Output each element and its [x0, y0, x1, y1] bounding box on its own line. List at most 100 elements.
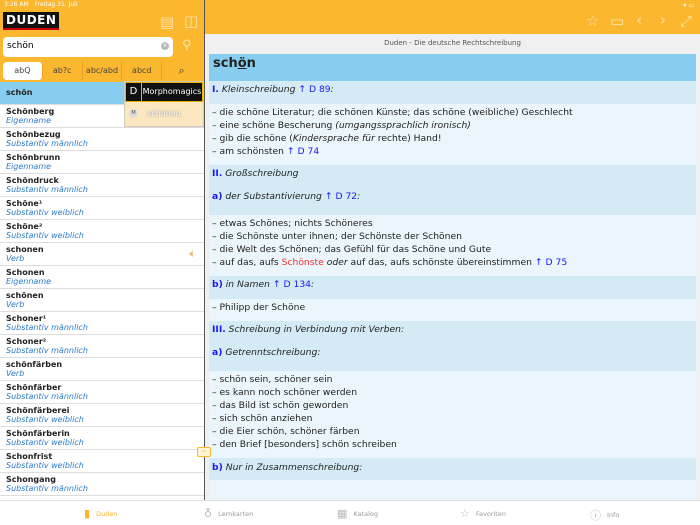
- list-type: Substantiv weiblich: [6, 208, 84, 217]
- fullscreen-icon[interactable]: ⤢: [680, 12, 692, 30]
- list-type: Eigenname: [6, 162, 52, 171]
- forward-icon[interactable]: ›: [660, 11, 666, 29]
- list-item[interactable]: Schönbezug Substantiv männlich: [0, 128, 204, 151]
- tab-katalog[interactable]: ▦ Katalog: [337, 507, 378, 520]
- list-view-icon[interactable]: ▤: [160, 13, 174, 31]
- mode-exact[interactable]: abQ: [3, 62, 43, 80]
- search-icon[interactable]: ⚲: [182, 38, 192, 53]
- speaker-icon[interactable]: 🔈︎: [189, 247, 196, 261]
- list-item[interactable]: Schonen Eigenname: [0, 266, 204, 289]
- list-item[interactable]: Schonfrist Substantiv weiblich: [0, 450, 204, 473]
- example: – die Schönste unter ihnen; der Schönste…: [212, 231, 462, 242]
- example: – die schöne Literatur; die schönen Küns…: [212, 107, 573, 118]
- tab-lernkarten[interactable]: ♁ Lernkarten: [204, 507, 253, 520]
- battery-icon: ▾ ▭: [683, 2, 694, 9]
- ex-note: oder: [323, 257, 348, 268]
- mode-similar[interactable]: abc/abd: [83, 62, 123, 80]
- ex-text: auf das, aufs schönste übereinstimmen: [347, 257, 535, 268]
- hw-part: sch: [213, 56, 238, 71]
- list-word: Schonfrist: [6, 452, 53, 461]
- list-item[interactable]: schönfärben Verb: [0, 358, 204, 381]
- list-item[interactable]: Schöndruck Substantiv männlich: [0, 174, 204, 197]
- sec-label: Schreibung in Verbindung mit Verben:: [228, 324, 405, 335]
- add-card-icon[interactable]: ▭: [610, 12, 624, 30]
- tab-info[interactable]: ⓘ Info: [590, 507, 619, 523]
- list-item[interactable]: Schoner² Substantiv männlich: [0, 335, 204, 358]
- list-item[interactable]: Schönfärberin Substantiv weiblich: [0, 427, 204, 450]
- back-icon[interactable]: ‹: [636, 11, 642, 29]
- example: – am schönsten ↑ D 74: [212, 145, 693, 158]
- examples: – die schöne Literatur; die schönen Küns…: [209, 104, 696, 165]
- book-icon[interactable]: ◫: [184, 12, 198, 30]
- star-icon: ☆: [460, 507, 470, 520]
- search-mode-segment: abQ ab?c abc/abd abcd ⌕: [0, 60, 204, 82]
- example: – es kann noch schöner werden: [212, 387, 358, 398]
- list-item[interactable]: schönen Verb: [0, 289, 204, 312]
- search-input[interactable]: schön ×: [3, 37, 173, 57]
- star-icon[interactable]: ☆: [586, 12, 599, 30]
- ref-link[interactable]: ↑ D 74: [287, 146, 319, 157]
- list-item[interactable]: Schongang Substantiv männlich: [0, 473, 204, 496]
- tab-duden[interactable]: ▮ Duden: [84, 507, 117, 520]
- info-icon: ⓘ: [590, 509, 601, 522]
- example: – gib die schöne (Kindersprache für rech…: [212, 132, 693, 145]
- entry-content: schön I. Kleinschreibung ↑ D 89: – die s…: [209, 54, 696, 500]
- list-word: Schönfärber: [6, 383, 62, 392]
- clear-icon[interactable]: ×: [161, 42, 169, 50]
- list-item[interactable]: Schönbrunn Eigenname: [0, 151, 204, 174]
- ref-link[interactable]: ↑ D 89: [298, 84, 330, 95]
- ref-link[interactable]: ↑ D 72: [325, 191, 357, 202]
- mode-wildcard[interactable]: ab?c: [43, 62, 83, 80]
- ex-text: – eine schöne Bescherung: [212, 120, 336, 131]
- example: – Philipp der Schöne: [212, 302, 306, 313]
- list-item[interactable]: Schöne² Substantiv weiblich: [0, 220, 204, 243]
- morph-word[interactable]: schönen: [125, 109, 203, 118]
- example: – die Welt des Schönen; das Gefühl für d…: [212, 244, 492, 255]
- sec-label: Großschreibung: [225, 168, 299, 179]
- tab-favoriten[interactable]: ☆ Favoriten: [460, 507, 506, 520]
- sec-num: II.: [212, 168, 223, 179]
- mode-anagram[interactable]: abcd: [122, 62, 163, 80]
- ex-text: – auf das, aufs: [212, 257, 282, 268]
- tab-label: Info: [607, 511, 620, 519]
- entry-pane: Duden - Die deutsche Rechtschreibung sch…: [205, 34, 700, 500]
- list-type: Substantiv männlich: [6, 323, 88, 332]
- hw-part: n: [246, 56, 256, 71]
- sec-label: der Substantivierung: [225, 191, 322, 202]
- section-heading: I. Kleinschreibung ↑ D 89:: [209, 81, 696, 104]
- sec-label: Getrenntschreibung:: [225, 347, 321, 358]
- list-type: Substantiv weiblich: [6, 231, 84, 240]
- list-type: Eigenname: [6, 277, 52, 286]
- sec-label: Kleinschreibung: [221, 84, 296, 95]
- morphomagics-popup[interactable]: D Morphomagics Mschönen: [124, 81, 204, 127]
- list-item[interactable]: Schöne¹ Substantiv weiblich: [0, 197, 204, 220]
- list-type: Substantiv männlich: [6, 484, 88, 493]
- list-type: Substantiv weiblich: [6, 415, 84, 424]
- list-type: Substantiv weiblich: [6, 438, 84, 447]
- section-heading: III. Schreibung in Verbindung mit Verben…: [209, 321, 696, 371]
- list-word: Schönbezug: [6, 130, 61, 139]
- list-item[interactable]: Schönfärber Substantiv männlich: [0, 381, 204, 404]
- sec-label: in Namen: [225, 279, 270, 290]
- list-item[interactable]: Schoner¹ Substantiv männlich: [0, 312, 204, 335]
- ref-link[interactable]: ↑ D 134: [273, 279, 311, 290]
- tab-label: Katalog: [353, 509, 378, 518]
- morph-title: Morphomagics: [142, 87, 202, 96]
- list-type: Verb: [6, 300, 25, 309]
- list-item[interactable]: schonen Verb 🔈︎: [0, 243, 204, 266]
- drag-handle-icon[interactable]: ⇨: [197, 447, 211, 457]
- list-word: Schoner²: [6, 337, 47, 346]
- list-word: Schöne²: [6, 222, 43, 231]
- sec-num: a): [212, 347, 223, 358]
- list-item[interactable]: Schönfärberei Substantiv weiblich: [0, 404, 204, 427]
- ex-text: – gib die schöne (: [212, 133, 293, 144]
- colon: :: [311, 279, 315, 290]
- list-word: schonen: [6, 245, 44, 254]
- example: – die Eier schön, schöner färben: [212, 426, 360, 437]
- mode-fulltext[interactable]: ⌕: [162, 62, 201, 80]
- tab-label: Duden: [96, 509, 118, 518]
- ref-link[interactable]: ↑ D 75: [535, 257, 567, 268]
- examples: – schön sein, schöner sein – es kann noc…: [209, 371, 696, 458]
- ex-text: – am schönsten: [212, 146, 287, 157]
- example: – schön sein, schöner sein: [212, 374, 333, 385]
